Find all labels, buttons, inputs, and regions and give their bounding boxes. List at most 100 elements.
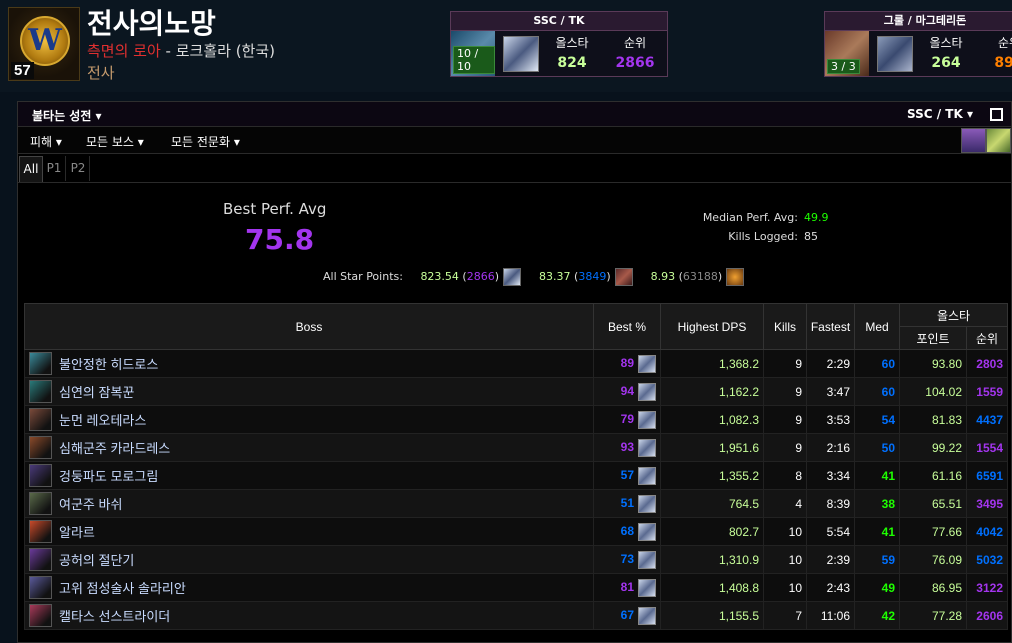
rank-col: 순위 2866 [607, 34, 663, 71]
raid-dropdown[interactable]: SSC / TK ▾ [907, 107, 973, 121]
median-cell: 50 [854, 433, 900, 462]
asp-value-1: 823.54 [420, 270, 459, 283]
rankbox-title: 그룰 / 마그테리돈 [825, 12, 1012, 31]
points-cell: 86.95 [899, 573, 967, 602]
table-row[interactable]: 심연의 잠복꾼 94 1,162.2 9 3:47 60 104.02 1559 [24, 377, 1008, 406]
spec-icon [638, 578, 656, 597]
points-cell: 77.28 [899, 601, 967, 630]
boss-cell[interactable]: 공허의 절단기 [24, 545, 594, 574]
points-cell: 99.22 [899, 433, 967, 462]
character-name: 전사의노망 [87, 7, 216, 40]
boss-name[interactable]: 캘타스 선스트라이더 [59, 609, 170, 624]
rankbox-ssc[interactable]: SSC / TK 10 / 10 올스타 824 순위 2866 [450, 11, 668, 77]
rank-value: 899 [994, 55, 1012, 71]
boss-cell[interactable]: 캘타스 선스트라이더 [24, 601, 594, 630]
boss-name[interactable]: 여군주 바쉬 [59, 497, 122, 512]
spec-icon [638, 382, 656, 401]
table-row[interactable]: 알라르 68 802.7 10 5:54 41 77.66 4042 [24, 517, 1008, 546]
tab-p1[interactable]: P1 [43, 156, 66, 181]
table-row[interactable]: 고위 점성술사 솔라리안 81 1,408.8 10 2:43 49 86.95 3122 [24, 573, 1008, 602]
performance-summary: Best Perf. Avg 75.8 Median Perf. Avg: 49… [18, 183, 1011, 296]
points-cell: 81.83 [899, 405, 967, 434]
kills-cell: 9 [763, 433, 807, 462]
best-perf-value: 75.8 [245, 223, 315, 256]
median-cell: 41 [854, 461, 900, 490]
allstar-col: 올스타 824 [544, 34, 600, 71]
col-fastest[interactable]: Fastest [806, 303, 855, 350]
asp-value-3: 8.93 [650, 270, 676, 283]
realm-link[interactable]: 로크홀라 (한국) [176, 42, 275, 60]
boss-icon [29, 548, 52, 571]
table-row[interactable]: 겅둥파도 모로그림 57 1,355.2 8 3:34 41 61.16 6591 [24, 461, 1008, 490]
kills-cell: 7 [763, 601, 807, 630]
allstar-label: 올스타 [929, 36, 963, 50]
median-cell: 54 [854, 405, 900, 434]
spec-icon [638, 550, 656, 569]
col-med[interactable]: Med [854, 303, 900, 350]
guild-link[interactable]: 측면의 로아 [87, 42, 161, 60]
boss-name[interactable]: 심해군주 카라드레스 [59, 441, 170, 456]
best-percent: 79 [620, 411, 634, 426]
rank-cell: 3495 [966, 489, 1008, 518]
median-cell: 38 [854, 489, 900, 518]
boss-name[interactable]: 공허의 절단기 [59, 553, 134, 568]
boss-name[interactable]: 불안정한 히드로스 [59, 357, 158, 372]
median-cell: 59 [854, 545, 900, 574]
key-icon[interactable] [986, 128, 1011, 153]
points-cell: 65.51 [899, 489, 967, 518]
col-points[interactable]: 포인트 [899, 326, 967, 350]
col-rank[interactable]: 순위 [966, 326, 1008, 350]
asp-label: All Star Points: [323, 270, 403, 283]
character-level: 57 [11, 62, 34, 79]
boss-name[interactable]: 심연의 잠복꾼 [59, 385, 134, 400]
boss-cell[interactable]: 겅둥파도 모로그림 [24, 461, 594, 490]
best-percent: 73 [620, 551, 634, 566]
rank-value: 2866 [615, 55, 655, 71]
boss-cell[interactable]: 심해군주 카라드레스 [24, 433, 594, 462]
table-row[interactable]: 심해군주 카라드레스 93 1,951.6 9 2:16 50 99.22 1554 [24, 433, 1008, 462]
character-header: W 57 전사의노망 측면의 로아 - 로크홀라 (한국) 전사 SSC / T… [0, 0, 1012, 92]
tower-icon[interactable] [961, 128, 986, 153]
col-best[interactable]: Best % [593, 303, 661, 350]
boss-cell[interactable]: 고위 점성술사 솔라리안 [24, 573, 594, 602]
boss-icon [29, 576, 52, 599]
boss-dropdown[interactable]: 모든 보스 ▾ [86, 133, 144, 150]
fastest-cell: 2:43 [806, 573, 855, 602]
boss-name[interactable]: 겅둥파도 모로그림 [59, 469, 158, 484]
tab-p2[interactable]: P2 [67, 156, 90, 181]
spec-icon [638, 522, 656, 541]
table-row[interactable]: 캘타스 선스트라이더 67 1,155.5 7 11:06 42 77.28 2606 [24, 601, 1008, 630]
boss-cell[interactable]: 불안정한 히드로스 [24, 349, 594, 378]
col-kills[interactable]: Kills [763, 303, 807, 350]
kills-cell: 10 [763, 573, 807, 602]
best-cell: 79 [593, 405, 661, 434]
table-row[interactable]: 여군주 바쉬 51 764.5 4 8:39 38 65.51 3495 [24, 489, 1008, 518]
zone-image: 3 / 3 [825, 31, 869, 76]
table-row[interactable]: 공허의 절단기 73 1,310.9 10 2:39 59 76.09 5032 [24, 545, 1008, 574]
zone-dropdown[interactable]: 불타는 성전 ▾ [32, 107, 102, 124]
boss-icon [29, 436, 52, 459]
boss-cell[interactable]: 눈먼 레오테라스 [24, 405, 594, 434]
col-dps[interactable]: Highest DPS [660, 303, 764, 350]
spec-dropdown[interactable]: 모든 전문화 ▾ [171, 133, 240, 150]
fastest-cell: 3:34 [806, 461, 855, 490]
dps-cell: 1,162.2 [660, 377, 764, 406]
expand-icon[interactable] [990, 108, 1003, 121]
boss-name[interactable]: 눈먼 레오테라스 [59, 413, 146, 428]
rankbox-gruul[interactable]: 그룰 / 마그테리돈 3 / 3 올스타 264 순위 899 [824, 11, 1012, 77]
allstar-value: 264 [931, 55, 961, 71]
boss-cell[interactable]: 알라르 [24, 517, 594, 546]
col-boss[interactable]: Boss [24, 303, 594, 350]
boss-name[interactable]: 고위 점성술사 솔라리안 [59, 581, 186, 596]
tab-all[interactable]: All [19, 156, 43, 182]
median-label: Median Perf. Avg: [702, 211, 798, 224]
boss-cell[interactable]: 심연의 잠복꾼 [24, 377, 594, 406]
rank-cell: 1554 [966, 433, 1008, 462]
rank-cell: 1559 [966, 377, 1008, 406]
metric-dropdown[interactable]: 피해 ▾ [30, 133, 62, 150]
boss-name[interactable]: 알라르 [59, 525, 95, 540]
table-row[interactable]: 불안정한 히드로스 89 1,368.2 9 2:29 60 93.80 2803 [24, 349, 1008, 378]
asp-rank-2: 3849 [578, 270, 607, 283]
boss-cell[interactable]: 여군주 바쉬 [24, 489, 594, 518]
table-row[interactable]: 눈먼 레오테라스 79 1,082.3 9 3:53 54 81.83 4437 [24, 405, 1008, 434]
